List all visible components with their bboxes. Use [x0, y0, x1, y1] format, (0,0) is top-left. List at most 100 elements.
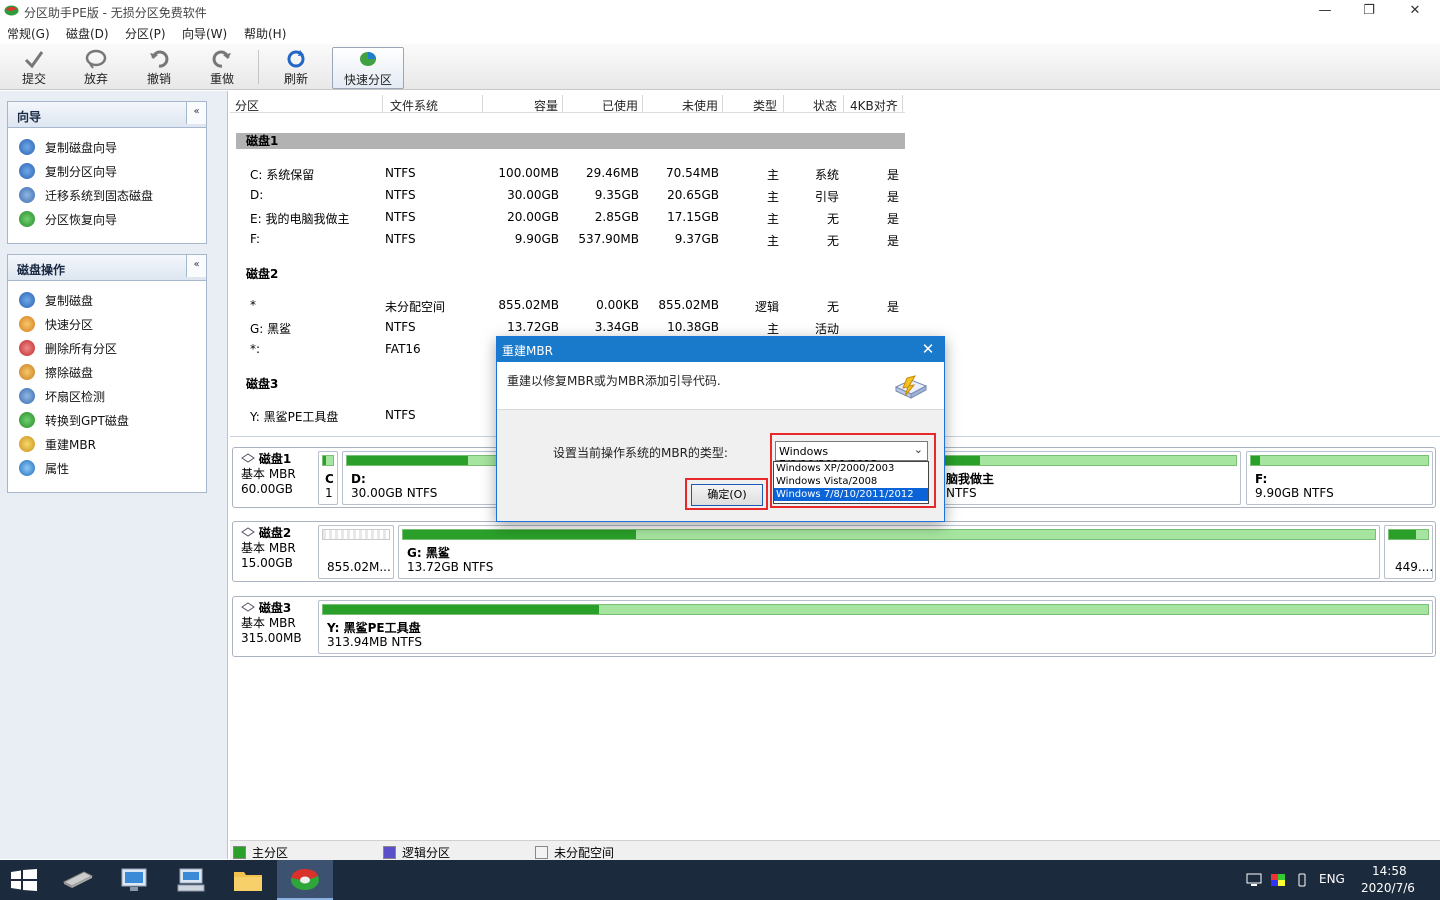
undo-button[interactable]: 撤销: [129, 47, 189, 89]
minimize-button[interactable]: —: [1302, 0, 1348, 22]
copy-disk-icon: [19, 139, 35, 155]
ok-button[interactable]: 确定(O): [691, 484, 763, 506]
op-rebuild-mbr[interactable]: 重建MBR: [8, 430, 206, 454]
quick-partition-icon: [19, 316, 35, 332]
menu-general[interactable]: 常规(G): [7, 25, 50, 42]
menu-partition[interactable]: 分区(P): [125, 25, 166, 42]
partition-block[interactable]: F: 9.90GB NTFS: [1246, 451, 1433, 505]
cell-unused: 70.54MB: [666, 166, 719, 180]
taskbar-partition-assistant[interactable]: [277, 860, 333, 900]
mbr-option-win7[interactable]: Windows 7/8/10/2011/2012: [774, 488, 928, 501]
partition-detail: 30.00GB NTFS: [351, 486, 438, 500]
usage-fill: [1389, 530, 1417, 539]
cell-filesystem: NTFS: [385, 408, 416, 422]
taskbar-computer-app[interactable]: [108, 860, 164, 900]
close-button[interactable]: ✕: [1392, 0, 1438, 22]
op-convert-gpt[interactable]: 转换到GPT磁盘: [8, 406, 206, 430]
partition-label: 脑我做主: [946, 472, 995, 486]
cell-aligned: 是: [886, 168, 899, 182]
mbr-type-dropdown: Windows XP/2000/2003 Windows Vista/2008 …: [773, 461, 929, 504]
op-wipe-disk[interactable]: 擦除磁盘: [8, 358, 206, 382]
network-icon[interactable]: [1246, 873, 1262, 887]
menu-wizard[interactable]: 向导(W): [182, 25, 227, 42]
partition-block[interactable]: G: 黑鲨 13.72GB NTFS: [398, 525, 1380, 579]
partition-block[interactable]: 449....: [1384, 525, 1433, 579]
start-button[interactable]: [0, 860, 56, 900]
wizard-copy-disk[interactable]: 复制磁盘向导: [8, 133, 206, 157]
col-unused[interactable]: 未使用: [682, 97, 718, 114]
redo-button[interactable]: 重做: [192, 47, 252, 89]
disk1-header[interactable]: 磁盘1: [236, 133, 905, 149]
partition-block[interactable]: 855.02M...: [318, 525, 394, 579]
clock-date[interactable]: 2020/7/6: [1361, 881, 1415, 895]
wizard-panel-title: 向导: [8, 102, 206, 128]
disk2-map-type: 基本 MBR: [241, 541, 296, 555]
col-capacity[interactable]: 容量: [534, 97, 558, 114]
col-4k-aligned[interactable]: 4KB对齐: [850, 97, 898, 114]
menu-help[interactable]: 帮助(H): [244, 25, 286, 42]
disk-ops-panel-title: 磁盘操作: [8, 255, 206, 281]
collapse-icon[interactable]: «: [186, 102, 206, 124]
col-partition[interactable]: 分区: [235, 97, 259, 114]
menu-disk[interactable]: 磁盘(D): [66, 25, 109, 42]
disk3-map[interactable]: 磁盘3 基本 MBR 315.00MB Y: 黑鲨PE工具盘 313.94MB …: [232, 596, 1436, 657]
op-quick-partition-label: 快速分区: [45, 317, 94, 332]
cell-unused: 855.02MB: [658, 298, 719, 312]
quick-partition-button[interactable]: 快速分区: [332, 47, 404, 89]
dialog-close-button[interactable]: ✕: [916, 338, 940, 360]
op-properties[interactable]: 属性: [8, 454, 206, 478]
system-tray: ENG 14:58 2020/7/6: [1240, 860, 1440, 900]
disk2-map[interactable]: 磁盘2 基本 MBR 15.00GB 855.02M... G: 黑鲨 13.7…: [232, 521, 1436, 582]
delete-icon: [19, 340, 35, 356]
language-indicator[interactable]: ENG: [1319, 872, 1345, 886]
refresh-button[interactable]: 刷新: [266, 47, 326, 89]
op-bad-sector[interactable]: 坏扇区检测: [8, 382, 206, 406]
cell-filesystem: FAT16: [385, 342, 421, 356]
cell-partition: *:: [250, 342, 261, 356]
wizard-copy-partition-label: 复制分区向导: [45, 164, 118, 179]
cell-used: 9.35GB: [594, 188, 639, 202]
table-row[interactable]: * 未分配空间 855.02MB 0.00KB 855.02MB 逻辑 无 是: [236, 295, 905, 317]
discard-icon: [85, 49, 107, 69]
mbr-option-vista[interactable]: Windows Vista/2008: [774, 475, 928, 488]
op-quick-partition[interactable]: 快速分区: [8, 310, 206, 334]
collapse-icon[interactable]: «: [186, 255, 206, 277]
clock-time[interactable]: 14:58: [1372, 864, 1407, 878]
usb-icon[interactable]: [1296, 872, 1308, 888]
mbr-option-xp[interactable]: Windows XP/2000/2003: [774, 462, 928, 475]
taskbar-drive-app[interactable]: [50, 860, 106, 900]
wizard-partition-recovery[interactable]: 分区恢复向导: [8, 205, 206, 229]
table-row[interactable]: F: NTFS 9.90GB 537.90MB 9.37GB 主 无 是: [236, 229, 905, 251]
wizard-copy-partition[interactable]: 复制分区向导: [8, 157, 206, 181]
partition-block[interactable]: C 1: [318, 451, 338, 505]
op-copy-disk[interactable]: 复制磁盘: [8, 286, 206, 310]
col-used[interactable]: 已使用: [602, 97, 638, 114]
legend-unallocated-label: 未分配空间: [554, 846, 615, 860]
restore-button[interactable]: ❐: [1346, 0, 1392, 22]
table-row[interactable]: C: 系统保留 NTFS 100.00MB 29.46MB 70.54MB 主 …: [236, 163, 905, 185]
cell-unused: 9.37GB: [674, 232, 719, 246]
partition-block[interactable]: Y: 黑鲨PE工具盘 313.94MB NTFS: [318, 600, 1433, 654]
cell-status: 无: [826, 212, 839, 226]
display-icon[interactable]: [1270, 873, 1286, 887]
legend-swatch: [233, 846, 246, 859]
mbr-type-select[interactable]: Windows 7/8/10/2011/2012 ⌄: [775, 441, 928, 471]
taskbar-explorer-app[interactable]: [220, 860, 276, 900]
op-delete-all[interactable]: 删除所有分区: [8, 334, 206, 358]
op-bad-sector-label: 坏扇区检测: [45, 389, 106, 404]
col-status[interactable]: 状态: [813, 97, 837, 114]
commit-button[interactable]: 提交: [4, 47, 64, 89]
wizard-migrate-os-label: 迁移系统到固态磁盘: [45, 188, 154, 203]
disk3-header[interactable]: 磁盘3: [246, 375, 278, 392]
taskbar-settings-app[interactable]: [164, 860, 220, 900]
wizard-migrate-os[interactable]: 迁移系统到固态磁盘: [8, 181, 206, 205]
wizard-partition-recovery-label: 分区恢复向导: [45, 212, 118, 227]
disk2-header[interactable]: 磁盘2: [246, 265, 278, 282]
cell-status: 无: [826, 234, 839, 248]
col-filesystem[interactable]: 文件系统: [390, 97, 438, 114]
partition-block[interactable]: 脑我做主 NTFS: [933, 451, 1241, 505]
discard-button[interactable]: 放弃: [66, 47, 126, 89]
col-type[interactable]: 类型: [753, 97, 777, 114]
table-row[interactable]: D: NTFS 30.00GB 9.35GB 20.65GB 主 引导 是: [236, 185, 905, 207]
table-row[interactable]: E: 我的电脑我做主 NTFS 20.00GB 2.85GB 17.15GB 主…: [236, 207, 905, 229]
